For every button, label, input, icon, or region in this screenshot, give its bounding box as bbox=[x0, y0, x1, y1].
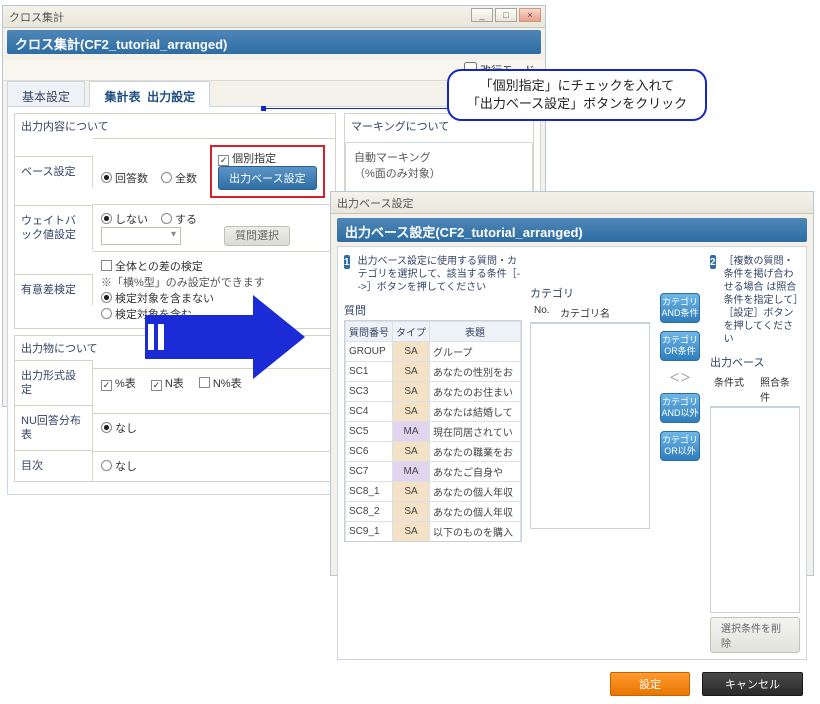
col-cat-no: No. bbox=[530, 303, 556, 322]
output-base-header: 出力ベース設定(CF2_tutorial_arranged) bbox=[337, 218, 807, 242]
tab-basic[interactable]: 基本設定 bbox=[7, 81, 85, 107]
and-not-button[interactable]: カテゴリAND以外 bbox=[660, 393, 700, 423]
cancel-button[interactable]: キャンセル bbox=[702, 672, 803, 696]
weightback-radio-on[interactable]: する bbox=[161, 211, 197, 227]
col-title: 表題 bbox=[430, 322, 521, 342]
highlight-rect: 個別指定 出力ベース設定 bbox=[210, 145, 324, 198]
sig-vs-all-checkbox[interactable]: 全体との差の検定 bbox=[101, 258, 203, 274]
table-row[interactable]: SC3SAあなたのお住まい bbox=[346, 382, 521, 402]
col-qnum: 質問番号 bbox=[346, 322, 393, 342]
category-title: カテゴリ bbox=[530, 285, 650, 301]
output-format-label: 出力形式設定 bbox=[15, 360, 93, 405]
weightback-radio-off[interactable]: しない bbox=[101, 211, 148, 227]
col-cond: 条件式 bbox=[710, 372, 756, 406]
or-not-button[interactable]: カテゴリOR以外 bbox=[660, 431, 700, 461]
nu-radio-none[interactable]: なし bbox=[101, 420, 137, 436]
maximize-button[interactable]: □ bbox=[495, 8, 517, 22]
clear-selection-button[interactable]: 選択条件を削除 bbox=[710, 617, 800, 653]
output-base-settings-button[interactable]: 出力ベース設定 bbox=[218, 166, 316, 190]
weightback-label: ウェイトバック値設定 bbox=[15, 205, 93, 250]
question-panel: 1 出力ベース設定に使用する質問・カテゴリを選択して、該当する条件［-->］ボタン… bbox=[344, 253, 522, 653]
table-row[interactable]: GROUPSAグループ bbox=[346, 342, 521, 362]
table-row[interactable]: SC5MA現在同居されてい bbox=[346, 422, 521, 442]
step1-badge: 1 bbox=[344, 255, 350, 269]
tab-aggregate-label: 集計表 bbox=[104, 90, 140, 104]
output-base-wintitle: 出力ベース設定 bbox=[337, 198, 413, 210]
output-base-header-text: 出力ベース設定(CF2_tutorial_arranged) bbox=[345, 225, 583, 240]
callout-pointer-line bbox=[262, 108, 452, 109]
output-base-dialog: 出力ベース設定 出力ベース設定(CF2_tutorial_arranged) 1… bbox=[330, 191, 814, 576]
base-label: ベース設定 bbox=[15, 156, 93, 187]
close-button[interactable]: × bbox=[519, 8, 541, 22]
weightback-select[interactable] bbox=[101, 227, 181, 245]
instruction-callout: 「個別指定」にチェックを入れて 「出力ベース設定」ボタンをクリック bbox=[447, 69, 707, 121]
sig-note: ※「横%型」のみ設定ができます bbox=[101, 277, 265, 289]
output-base-titlebar[interactable]: 出力ベース設定 bbox=[331, 192, 813, 214]
individual-spec-checkbox[interactable]: 個別指定 bbox=[218, 150, 276, 166]
minimize-button[interactable]: _ bbox=[471, 8, 493, 22]
base-radio-answers[interactable]: 回答数 bbox=[101, 170, 148, 186]
output-base-footer: 設定 キャンセル bbox=[331, 666, 813, 704]
col-cat-name: カテゴリ名 bbox=[556, 303, 614, 322]
col-type: タイプ bbox=[393, 322, 430, 342]
dialog-header-text: クロス集計(CF2_tutorial_arranged) bbox=[15, 37, 227, 52]
callout-line2: 「出力ベース設定」ボタンをクリック bbox=[467, 96, 687, 111]
marking-line2: （%面のみ対象） bbox=[354, 168, 441, 180]
question-title: 質問 bbox=[344, 302, 522, 318]
col-match: 照合条件 bbox=[756, 372, 800, 406]
category-list[interactable] bbox=[530, 323, 650, 529]
marking-line1: 自動マーキング bbox=[354, 152, 431, 164]
tab-aggregate[interactable]: 集計表 出力設定 bbox=[89, 81, 210, 107]
window-titlebar[interactable]: クロス集計 _ □ × bbox=[3, 6, 545, 28]
condition-buttons: カテゴリAND条件 カテゴリOR条件 ＜＞ カテゴリAND以外 カテゴリOR以外 bbox=[658, 253, 702, 653]
dialog-header: クロス集計(CF2_tutorial_arranged) bbox=[7, 30, 541, 54]
and-button[interactable]: カテゴリAND条件 bbox=[660, 293, 700, 323]
table-row[interactable]: SC9_1SA以下のものを購入 bbox=[346, 522, 521, 542]
table-row[interactable]: SC8_2SAあなたの個人年収 bbox=[346, 502, 521, 522]
significance-label: 有意差検定 bbox=[15, 274, 93, 305]
table-row[interactable]: SC8_1SAあなたの個人年収 bbox=[346, 482, 521, 502]
table-row[interactable]: SC4SAあなたは結婚して bbox=[346, 402, 521, 422]
table-row[interactable]: SC9_2SA以下のものを購入 bbox=[346, 542, 521, 543]
step1-text: 出力ベース設定に使用する質問・カテゴリを選択して、該当する条件［-->］ボタンを… bbox=[358, 255, 522, 294]
nu-dist-label: NU回答分布表 bbox=[15, 405, 93, 450]
swap-icon: ＜＞ bbox=[669, 369, 691, 385]
output-content-title: 出力内容について bbox=[15, 114, 335, 138]
callout-line1: 「個別指定」にチェックを入れて bbox=[480, 78, 675, 93]
table-row[interactable]: SC6SAあなたの職業をお bbox=[346, 442, 521, 462]
set-button[interactable]: 設定 bbox=[610, 672, 690, 696]
question-select-button[interactable]: 質問選択 bbox=[224, 226, 290, 246]
output-base-panel: 2 ［複数の質問・条件を掲げ合わせる場合 は照合条件を指定して］［設定］ボタンを押… bbox=[710, 253, 800, 653]
category-panel: カテゴリ No.カテゴリ名 bbox=[530, 253, 650, 653]
output-base-list[interactable] bbox=[710, 407, 800, 613]
step2-badge: 2 bbox=[710, 255, 716, 269]
base-radio-all[interactable]: 全数 bbox=[161, 170, 197, 186]
table-row[interactable]: SC1SAあなたの性別をお bbox=[346, 362, 521, 382]
tab-output-label: 出力設定 bbox=[147, 90, 195, 104]
toc-radio-none[interactable]: なし bbox=[101, 458, 137, 474]
pct-table-checkbox[interactable]: %表 bbox=[101, 375, 136, 391]
window-title: クロス集計 bbox=[9, 12, 64, 24]
output-base-body: 1 出力ベース設定に使用する質問・カテゴリを選択して、該当する条件［-->］ボタン… bbox=[337, 246, 807, 660]
step2-text: ［複数の質問・条件を掲げ合わせる場合 は照合条件を指定して］［設定］ボタンを押し… bbox=[724, 255, 800, 346]
toc-label: 目次 bbox=[15, 450, 93, 481]
output-base-title: 出力ベース bbox=[710, 354, 800, 370]
question-table[interactable]: 質問番号 タイプ 表題 GROUPSAグループSC1SAあなたの性別をおSC3S… bbox=[344, 320, 522, 542]
table-row[interactable]: SC7MAあなたご自身や bbox=[346, 462, 521, 482]
or-button[interactable]: カテゴリOR条件 bbox=[660, 331, 700, 361]
big-arrow-icon bbox=[145, 295, 310, 379]
